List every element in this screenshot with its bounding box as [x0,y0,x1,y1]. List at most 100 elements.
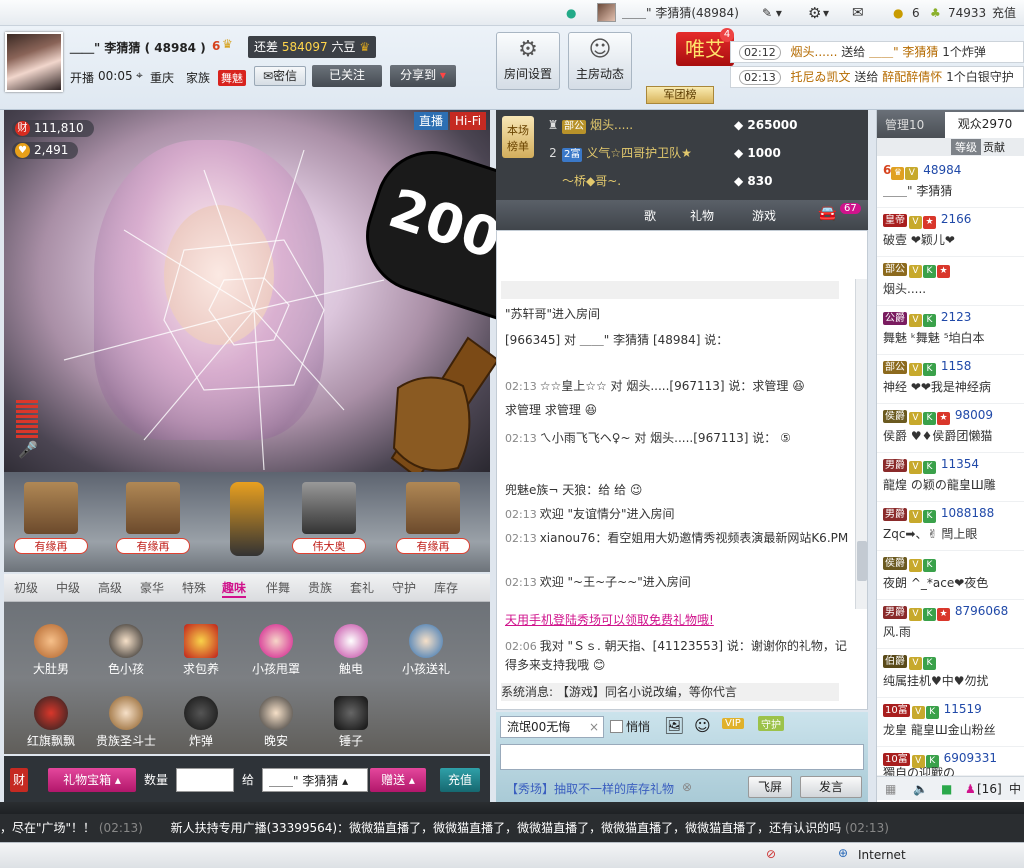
seat-item[interactable]: 有缘再 [396,482,470,560]
viewer-row[interactable]: 部公 V K ★ 烟头..... [877,258,1024,306]
guard-emoji-icon[interactable]: 守护 [758,716,784,731]
viewer-row[interactable]: 侯爵 V K 夜朗 ^_*ace❤夜色 [877,552,1024,600]
tab-admins[interactable]: 管理10 [885,116,924,133]
tab-guard[interactable]: 守护 [392,579,416,596]
tab-games[interactable]: 游戏 [752,207,776,224]
host-avatar[interactable] [5,32,63,92]
rank-row[interactable]: ♜ 部公 烟头..... ◆ 265000 [544,112,864,138]
mail-icon[interactable]: ✉ [852,4,864,22]
sort-by-contribution[interactable]: 贡献 [983,139,1005,155]
status-dot-icon[interactable]: ● [566,4,576,22]
gear-icon[interactable]: ⚙ [808,4,821,22]
topbar-username[interactable]: ＿＿" 李猜猜(48984) [622,4,739,22]
host-activity-button[interactable]: ☺ 主房动态 [568,32,632,90]
tab-inventory[interactable]: 库存 [434,579,458,596]
gift-item[interactable]: 大肚男 [16,624,86,677]
viewer-row[interactable]: 男爵 V K ★ 8796068 风.雨 [877,601,1024,649]
seat-item[interactable]: 伟大奥 [292,482,366,560]
give-button[interactable]: 赠送 ▴ [370,768,426,792]
chat-panel[interactable]: "苏轩哥"进入房间 [966345] 对 ＿＿" 李猜猜 [48984] 说： … [496,230,868,710]
image-icon[interactable]: 🖼 [664,716,684,735]
viewer-row[interactable]: 公爵 V K 2123 舞魅 ᵏ舞魅 ⁵垍白本 [877,307,1024,355]
viewer-row[interactable]: 男爵 V K 1088188 Zqc➡、✌ 閆上眼 [877,503,1024,551]
vip-emoji-icon[interactable]: VIP [722,718,744,729]
footer-more[interactable]: 中 [1009,777,1021,801]
edit-icon[interactable]: ✎ ▾ [762,4,782,22]
chat-target-select[interactable]: 流氓00无悔 × [500,716,604,738]
notice-from[interactable]: 托尼ゐ凯文 [791,70,851,84]
gift-item[interactable]: 炸弹 [166,696,236,749]
gift-item[interactable]: 红旗飘飘 [16,696,86,749]
sort-by-level[interactable]: 等级 [951,139,981,155]
gift-item[interactable]: 晚安 [241,696,311,749]
live-tag[interactable]: 直播 [414,112,449,130]
tab-viewers[interactable]: 观众2970 [945,112,1024,138]
tab-intermediate[interactable]: 中级 [56,579,80,596]
chat-scroll-thumb[interactable] [857,541,867,581]
emoji-icon[interactable]: ☺ [694,716,711,735]
gift-item[interactable]: 小孩送礼 [391,624,461,677]
tab-gifts[interactable]: 礼物 [690,207,714,224]
rank-row[interactable]: ～桥◆哥~. ◆ 830 [544,168,864,194]
chat-message-input[interactable] [500,744,864,770]
chat-system-message[interactable]: 系统消息: 【游戏】同名小说改编，等你代言 [501,683,839,701]
gift-item[interactable]: 触电 [316,624,386,677]
gift-item[interactable]: 小孩甩罩 [241,624,311,677]
close-promo-icon[interactable]: ⊗ [682,780,692,794]
followed-button[interactable]: 已关注 [312,65,382,87]
tab-beginner[interactable]: 初级 [14,579,38,596]
gift-item[interactable]: 色小孩 [91,624,161,677]
video-player[interactable]: 财 111,810 ♥ 2,491 直播 Hi-Fi 🎤 [4,110,490,472]
hifi-tag[interactable]: Hi-Fi [450,112,487,130]
quantity-input[interactable] [176,768,234,792]
rank-row[interactable]: 2 2富 义气☆四哥护卫队★ ◆ 1000 [544,140,864,166]
chat-scrollbar[interactable] [855,279,867,609]
viewer-row[interactable]: 皇帝 V ★ 2166 破壹 ❤颖儿❤ [877,209,1024,257]
seat-item[interactable]: 有缘再 [116,482,190,560]
fly-screen-button[interactable]: 飞屏 [748,776,792,798]
tab-set[interactable]: 套礼 [350,579,374,596]
gift-treasure-button[interactable]: 礼物宝箱 ▴ [48,768,136,792]
share-button[interactable]: 分享到 ▾ [390,65,456,87]
send-message-button[interactable]: 发言 [800,776,862,798]
notice-to[interactable]: 醉配醉倩怀 [882,70,942,84]
notice-from[interactable]: 烟头...... [791,45,838,59]
topbar-recharge-link[interactable]: 充值 [992,4,1016,22]
gear-dropdown-icon[interactable]: ▾ [823,4,829,22]
chat-promo-link[interactable]: 天用手机登陆秀场可以领取免费礼物哦! [505,611,850,629]
private-msg-button[interactable]: ✉密信 [254,66,306,86]
car-icon[interactable]: 🚘 [818,204,837,222]
viewer-row[interactable]: 6 ♛ V 48984 ＿＿" 李猜猜 [877,160,1024,208]
speaker-icon[interactable]: 🔈 [913,777,928,801]
viewer-row[interactable]: 部公 V K 1158 神经 ❤❤我是神经病 [877,356,1024,404]
viewer-row[interactable]: 10富 V K 6909331 獨自の迎戰の [877,748,1024,780]
gift-item[interactable]: 贵族圣斗士 [91,696,161,749]
notice-to[interactable]: ＿＿" 李猜猜 [869,45,938,59]
promo-text[interactable]: 【秀场】抽取不一样的库存礼物 [506,780,674,797]
recipient-select[interactable]: ＿＿" 李猜猜 ▴ [262,768,368,792]
blocked-icon[interactable]: ⊘ [766,847,776,861]
viewer-row[interactable]: 侯爵 V K ★ 98009 侯爵 ♥♦侯爵团懒猫 [877,405,1024,453]
clear-target-icon[interactable]: × [589,717,599,737]
gift-item[interactable]: 求包养 [166,624,236,677]
user-avatar[interactable] [597,3,616,22]
seat-item[interactable]: 有缘再 [14,482,88,560]
tab-dance[interactable]: 伴舞 [266,579,290,596]
tab-noble[interactable]: 贵族 [308,579,332,596]
broadcast-marquee[interactable]: ，尽在"广场"！！ (02:13) 新人扶持专用广播(33399564)：微微猫… [0,814,1024,842]
gift-item[interactable]: 锤子 [316,696,386,749]
tab-special[interactable]: 特殊 [182,579,206,596]
tab-advanced[interactable]: 高级 [98,579,122,596]
tab-songs[interactable]: 歌 [644,207,656,224]
viewer-row[interactable]: 10富 V K 11519 龙皇 龍皇Ш金山粉丝 [877,699,1024,747]
host-name[interactable]: ＿＿" 李猜猜 ( 48984 ) [70,39,206,56]
tab-fun[interactable]: 趣味 [222,579,247,598]
grid-icon[interactable]: ▦ [885,777,896,801]
whisper-checkbox[interactable] [610,720,623,733]
legion-rank-button[interactable]: 军团榜 [646,86,714,104]
viewer-row[interactable]: 男爵 V K 11354 龍煌 の颖の龍皇Ш雕 [877,454,1024,502]
room-settings-button[interactable]: ⚙ 房间设置 [496,32,560,90]
family-badge[interactable]: 舞魅 [218,70,246,86]
tab-luxury[interactable]: 豪华 [140,579,164,596]
viewer-row[interactable]: 伯爵 V K 纯属挂机♥中♥勿扰 [877,650,1024,698]
